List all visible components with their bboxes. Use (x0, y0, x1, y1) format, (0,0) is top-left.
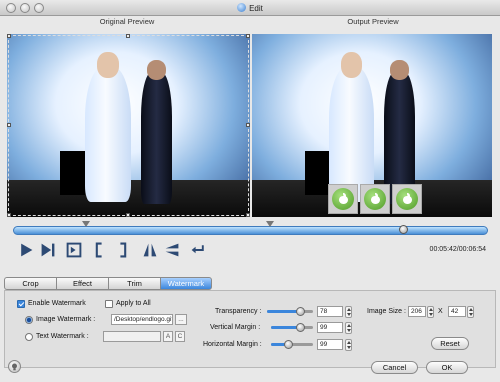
image-watermark-label: Image Watermark : (36, 316, 96, 323)
next-frame-icon[interactable] (40, 242, 56, 258)
help-bulb-icon[interactable] (8, 360, 21, 373)
image-path-field[interactable]: /Desktop/endlogo.gif (111, 314, 173, 325)
horizontal-margin-slider[interactable] (271, 340, 313, 349)
flip-horizontal-icon[interactable] (142, 242, 158, 258)
trim-start-marker[interactable] (82, 221, 90, 227)
set-end-icon[interactable] (114, 242, 130, 258)
crop-handle[interactable] (126, 34, 130, 38)
flip-vertical-icon[interactable] (164, 242, 180, 258)
output-preview-label: Output Preview (347, 17, 399, 26)
transparency-value-field[interactable]: 78 (317, 306, 343, 317)
apply-to-all-label: Apply to All (116, 300, 151, 307)
edit-tabs: Crop Effect Trim Watermark (4, 277, 212, 290)
timeline[interactable] (13, 221, 488, 239)
watermark-overlay (328, 184, 422, 214)
reset-button[interactable]: Reset (431, 337, 469, 350)
playback-controls (18, 240, 212, 260)
browse-button[interactable]: ... (175, 314, 187, 325)
image-width-stepper[interactable] (427, 306, 434, 318)
transparency-stepper[interactable] (345, 306, 352, 318)
vertical-margin-value-field[interactable]: 99 (317, 322, 343, 333)
crop-handle[interactable] (126, 213, 130, 217)
tab-effect[interactable]: Effect (56, 277, 108, 290)
enable-watermark-label: Enable Watermark (28, 300, 86, 307)
timeline-track[interactable] (13, 226, 488, 235)
time-readout: 00:05:42/00:06:54 (429, 246, 486, 253)
horizontal-margin-stepper[interactable] (345, 339, 352, 351)
apple-logo-icon (402, 193, 412, 204)
transparency-label: Transparency : (215, 308, 262, 315)
crop-handle[interactable] (7, 213, 11, 217)
ok-button[interactable]: OK (426, 361, 468, 374)
horizontal-margin-label: Horizontal Margin : (203, 341, 262, 348)
vertical-margin-stepper[interactable] (345, 322, 352, 334)
enable-watermark-checkbox[interactable] (17, 300, 25, 308)
transparency-slider[interactable] (267, 307, 313, 316)
slider-thumb[interactable] (284, 340, 293, 349)
watermark-tile (328, 184, 358, 214)
title-bar: Edit (0, 0, 500, 16)
app-icon (237, 3, 247, 12)
crop-handle[interactable] (246, 34, 250, 38)
tab-watermark[interactable]: Watermark (160, 277, 212, 290)
text-watermark-field[interactable] (103, 331, 161, 342)
tab-crop[interactable]: Crop (4, 277, 56, 290)
apple-logo-icon (338, 193, 348, 204)
trim-end-marker[interactable] (266, 221, 274, 227)
crop-selection-box[interactable] (8, 35, 249, 216)
rotate-icon[interactable] (190, 242, 206, 258)
text-watermark-label: Text Watermark : (36, 333, 89, 340)
slider-thumb[interactable] (296, 323, 305, 332)
original-preview[interactable] (7, 34, 250, 217)
vertical-margin-label: Vertical Margin : (210, 324, 261, 331)
watermark-panel: Enable Watermark Apply to All Image Wate… (4, 290, 496, 368)
crop-handle[interactable] (7, 34, 11, 38)
apple-logo-icon (370, 193, 380, 204)
size-separator: X (438, 308, 443, 315)
cancel-button[interactable]: Cancel (371, 361, 418, 374)
image-height-field[interactable]: 42 (448, 306, 466, 317)
crop-handle[interactable] (246, 213, 250, 217)
vertical-margin-slider[interactable] (271, 323, 313, 332)
output-preview (252, 34, 492, 217)
watermark-tile (360, 184, 390, 214)
text-font-button[interactable]: A (163, 331, 173, 342)
image-width-field[interactable]: 206 (408, 306, 426, 317)
text-color-button[interactable]: C (175, 331, 185, 342)
crop-handle[interactable] (246, 123, 250, 127)
snapshot-icon[interactable] (66, 242, 82, 258)
image-size-label: Image Size : (367, 308, 406, 315)
set-start-icon[interactable] (92, 242, 108, 258)
watermark-tile (392, 184, 422, 214)
original-preview-label: Original Preview (99, 17, 155, 26)
crop-handle[interactable] (7, 123, 11, 127)
playhead-knob[interactable] (399, 225, 408, 234)
apply-to-all-checkbox[interactable] (105, 300, 113, 308)
text-watermark-radio[interactable] (25, 333, 33, 341)
slider-thumb[interactable] (296, 307, 305, 316)
window-title: Edit (0, 3, 500, 13)
horizontal-margin-value-field[interactable]: 99 (317, 339, 343, 350)
tab-trim[interactable]: Trim (108, 277, 160, 290)
image-height-stepper[interactable] (467, 306, 474, 318)
play-icon[interactable] (18, 242, 34, 258)
image-watermark-radio[interactable] (25, 316, 33, 324)
